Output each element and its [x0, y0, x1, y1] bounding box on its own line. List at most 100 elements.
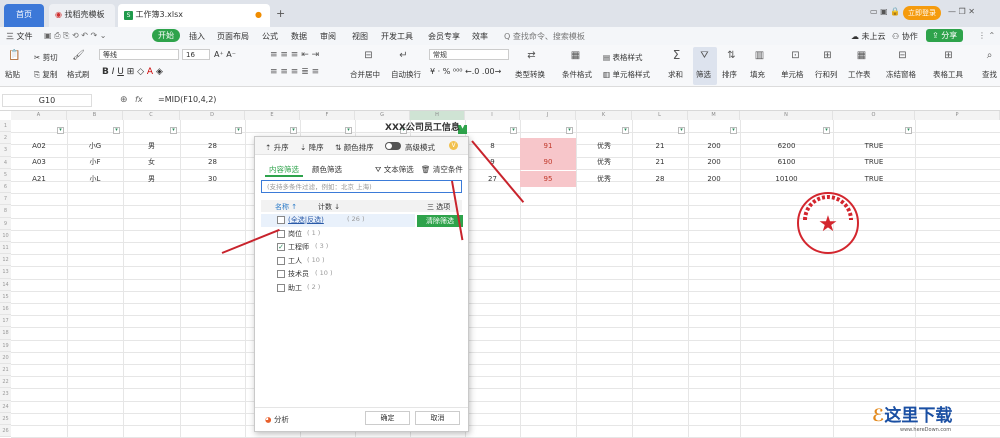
table-cell[interactable]: 小G	[67, 138, 123, 154]
sort-button[interactable]: 排序	[722, 69, 737, 80]
row-header-3[interactable]: 3	[0, 144, 11, 157]
row-header-9[interactable]: 9	[0, 217, 11, 230]
filter-list-item[interactable]: 工人 ( 10 )	[261, 255, 415, 268]
format-painter-icon[interactable]: 🖌	[72, 49, 85, 62]
table-cell[interactable]: 优秀	[576, 171, 632, 187]
column-header-F[interactable]: F	[300, 111, 355, 120]
filter-list-item[interactable]: 岗位 ( 1 )	[261, 228, 415, 241]
table-cell[interactable]: TRUE	[833, 138, 915, 154]
column-header-I[interactable]: I	[465, 111, 520, 120]
copy-button[interactable]: ⎘ 复制	[34, 69, 57, 80]
type-convert-button[interactable]: 类型转换	[515, 69, 545, 80]
column-header-P[interactable]: P	[915, 111, 1000, 120]
row-header-4[interactable]: 4	[0, 156, 11, 169]
table-cell[interactable]: A02	[11, 138, 67, 154]
column-filter-icon[interactable]: ▾	[290, 127, 297, 134]
menu-layout[interactable]: 页面布局	[217, 31, 249, 42]
align-horizontal-icons[interactable]: ≡ ≡ ≡ ≣ ≡	[270, 67, 319, 77]
table-cell[interactable]: 28	[180, 138, 245, 154]
new-tab-icon[interactable]: +	[276, 7, 285, 20]
column-filter-icon[interactable]: ▾	[730, 127, 737, 134]
checkbox[interactable]	[277, 283, 285, 292]
column-header-L[interactable]: L	[632, 111, 688, 120]
advanced-toggle[interactable]	[385, 142, 401, 150]
zoom-icon[interactable]: ⊕	[120, 95, 128, 105]
table-cell[interactable]: TRUE	[833, 154, 915, 170]
column-header-B[interactable]: B	[67, 111, 123, 120]
paste-icon[interactable]: 📋	[8, 49, 21, 62]
row-col-button[interactable]: 行和列	[815, 69, 838, 80]
table-cell[interactable]: 200	[688, 154, 740, 170]
cells-icon[interactable]: ⊡	[789, 49, 802, 62]
font-size-select[interactable]: 16	[182, 49, 210, 60]
menu-data[interactable]: 数据	[291, 31, 307, 42]
login-button[interactable]: 立即登录	[903, 6, 941, 20]
cloud-status[interactable]: ☁ 未上云	[851, 31, 886, 42]
filter-list-item[interactable]: ✓ 工程师 ( 3 )	[261, 241, 415, 254]
column-filter-icon[interactable]: ▾	[235, 127, 242, 134]
column-filter-icon[interactable]: ▾	[345, 127, 352, 134]
column-filter-icon[interactable]: ▾	[57, 127, 64, 134]
tab-template[interactable]: ◉ 找稻壳模板	[49, 4, 115, 27]
clear-conditions-button[interactable]: 🗑 清空条件	[421, 164, 463, 175]
column-header-E[interactable]: E	[245, 111, 300, 120]
sum-button[interactable]: 求和	[668, 69, 683, 80]
column-header-J[interactable]: J	[520, 111, 576, 120]
share-button[interactable]: ⇪ 分享	[926, 29, 964, 42]
color-sort-button[interactable]: ⇅ 颜色排序	[335, 142, 374, 153]
row-header-22[interactable]: 22	[0, 376, 11, 389]
row-header-13[interactable]: 13	[0, 266, 11, 279]
wrap-button[interactable]: 自动换行	[391, 69, 421, 80]
cancel-button[interactable]: 取消	[415, 411, 460, 425]
options-button[interactable]: 三 选项	[427, 202, 450, 212]
table-cell[interactable]: 6200	[740, 138, 833, 154]
row-header-11[interactable]: 11	[0, 242, 11, 255]
table-cell[interactable]: 男	[123, 171, 180, 187]
tab-color-filter[interactable]: 颜色筛选	[312, 164, 342, 175]
table-cell[interactable]: 90	[520, 154, 576, 170]
find-icon[interactable]: ⌕	[983, 49, 996, 62]
table-cell[interactable]: A03	[11, 154, 67, 170]
table-cell[interactable]: 优秀	[576, 138, 632, 154]
wrap-icon[interactable]: ↵	[397, 49, 410, 62]
row-header-17[interactable]: 17	[0, 315, 11, 328]
font-grow-shrink-icon[interactable]: A⁺ A⁻	[214, 50, 236, 59]
freeze-icon[interactable]: ⊟	[896, 49, 909, 62]
tab-content-filter[interactable]: 内容筛选	[269, 164, 299, 175]
filter-search-input[interactable]: (支持多条件过滤，例如：北京 上海)	[261, 180, 462, 193]
table-tools-icon[interactable]: ⊞	[942, 49, 955, 62]
column-filter-icon[interactable]: ▾	[678, 127, 685, 134]
sum-icon[interactable]: Σ	[670, 49, 683, 62]
filter-list-item[interactable]: 助工 ( 2 )	[261, 282, 415, 295]
ok-button[interactable]: 确定	[365, 411, 410, 425]
merge-button[interactable]: 合并居中	[350, 69, 380, 80]
column-header-H[interactable]: H	[410, 111, 465, 120]
row-header-24[interactable]: 24	[0, 400, 11, 413]
command-search[interactable]: Q 查找命令、搜索模板	[504, 31, 585, 42]
menu-efficiency[interactable]: 效率	[472, 31, 488, 42]
merge-icon[interactable]: ⊟	[362, 49, 375, 62]
column-header-N[interactable]: N	[740, 111, 833, 120]
coop-button[interactable]: ⚇ 协作	[892, 31, 918, 42]
table-cell[interactable]: 28	[180, 154, 245, 170]
table-style-button[interactable]: ▤ 表格样式	[603, 52, 642, 63]
freeze-button[interactable]: 冻结窗格	[886, 69, 916, 80]
sheet-icon[interactable]: ▦	[855, 49, 868, 62]
spreadsheet-grid[interactable]: ABCDEFGHIJKLMNOP 1 2 3 4 5 6 7 8 9 10 11 12 13 14 15 16…	[0, 111, 1000, 438]
row-header-25[interactable]: 25	[0, 412, 11, 425]
clear-filter-button[interactable]: 清除筛选	[417, 215, 463, 227]
column-filter-icon[interactable]: ▾	[566, 127, 573, 134]
checkbox[interactable]	[277, 256, 285, 265]
column-header-A[interactable]: A	[11, 111, 67, 120]
column-header-M[interactable]: M	[688, 111, 740, 120]
row-header-14[interactable]: 14	[0, 278, 11, 291]
column-header-K[interactable]: K	[576, 111, 632, 120]
checkbox[interactable]: ✓	[277, 243, 285, 251]
row-header-16[interactable]: 16	[0, 303, 11, 316]
column-filter-icon[interactable]: ▾	[510, 127, 517, 134]
menu-dev[interactable]: 开发工具	[381, 31, 413, 42]
conditional-format-button[interactable]: 条件格式	[562, 69, 592, 80]
checkbox[interactable]	[277, 216, 285, 224]
menu-review[interactable]: 审阅	[320, 31, 336, 42]
window-layout-icon[interactable]: ▭ ▣ 🔒	[870, 7, 900, 16]
